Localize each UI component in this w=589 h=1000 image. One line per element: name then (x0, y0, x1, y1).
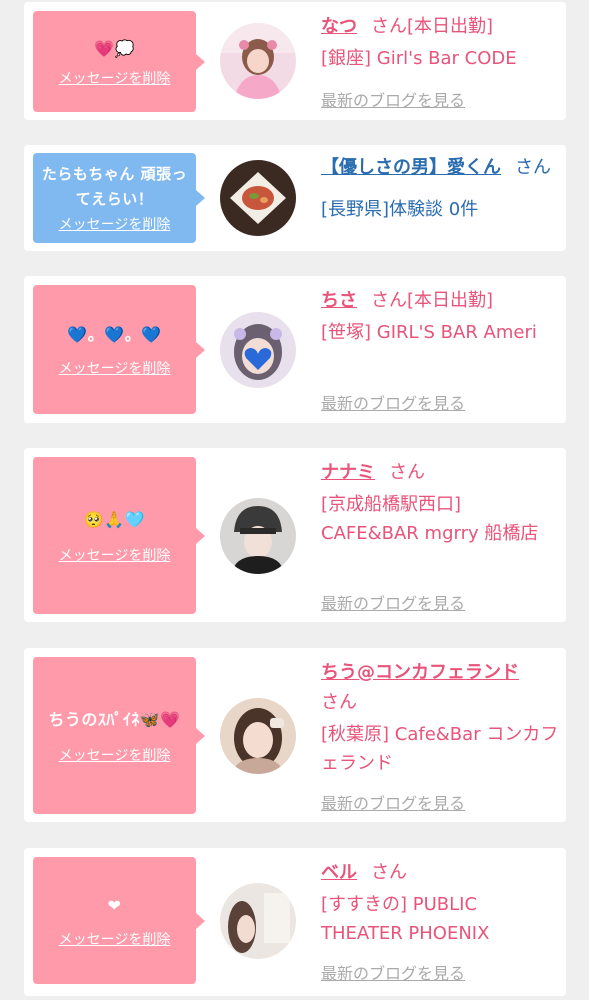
blog-link[interactable]: 最新のブログを見る (321, 390, 465, 414)
avatar[interactable] (220, 160, 296, 236)
message-bubble: ❤ メッセージを削除 (33, 857, 205, 984)
experience-count: [長野県]体験談 0件 (321, 199, 479, 220)
shop-name: [京成船橋駅西口] CAFE&BAR mgrry 船橋店 (321, 494, 539, 544)
avatar[interactable] (220, 883, 296, 959)
status-badge: [本日出勤] (407, 290, 494, 311)
user-name-link[interactable]: なつ (321, 16, 357, 37)
blog-link[interactable]: 最新のブログを見る (321, 87, 465, 111)
user-name-link[interactable]: 【優しさの男】愛くん (321, 157, 501, 178)
message-card: 💙。💙。💙 メッセージを削除 ちさ さん[本日出勤] [笹塚] GIRL'S BA… (24, 276, 566, 423)
san-label: さん (389, 462, 425, 483)
user-name-link[interactable]: ちさ (321, 290, 357, 311)
avatar[interactable] (220, 698, 296, 774)
delete-message-link[interactable]: メッセージを削除 (59, 745, 171, 765)
shop-name: [銀座] Girl's Bar CODE (321, 48, 517, 69)
message-bubble: ちうのｽﾊﾟｲﾈ🦋💗 メッセージを削除 (33, 657, 205, 814)
user-name-link[interactable]: ベル (321, 862, 357, 883)
message-card: ちうのｽﾊﾟｲﾈ🦋💗 メッセージを削除 ちう@コンカフェランド さん [秋葉原]… (24, 648, 566, 822)
message-text: たらもちゃん 頑張ってえらい！ (41, 165, 188, 208)
san-label: さん (371, 16, 407, 37)
san-label: さん (371, 862, 407, 883)
message-bubble: 💗💭 メッセージを削除 (33, 11, 205, 112)
status-badge: [本日出勤] (407, 16, 494, 37)
message-card: 🥺🙏🩵 メッセージを削除 ナナミ さん [京成船橋駅西口] CAFE&BAR mg… (24, 448, 566, 622)
message-bubble: 💙。💙。💙 メッセージを削除 (33, 285, 205, 414)
message-card: たらもちゃん 頑張ってえらい！ メッセージを削除 【優しさの男】愛くん さん [長… (24, 145, 566, 251)
delete-message-link[interactable]: メッセージを削除 (59, 929, 171, 949)
avatar[interactable] (220, 498, 296, 574)
shop-name: [秋葉原] Cafe&Bar コンカフェランド (321, 724, 559, 774)
san-label: さん (321, 692, 357, 713)
san-label: さん (515, 157, 551, 178)
message-card: 💗💭 メッセージを削除 なつ さん[本日出勤] [銀座] Girl's Bar C… (24, 2, 566, 120)
message-text: 🥺🙏🩵 (83, 509, 146, 529)
message-text: 💗💭 (94, 38, 135, 58)
message-card: ❤ メッセージを削除 ベル さん [すすきの] PUBLIC THEATER PH… (24, 848, 566, 996)
avatar[interactable] (220, 23, 296, 99)
delete-message-link[interactable]: メッセージを削除 (59, 545, 171, 565)
san-label: さん (371, 290, 407, 311)
delete-message-link[interactable]: メッセージを削除 (59, 68, 171, 88)
user-name-link[interactable]: ナナミ (321, 462, 375, 483)
blog-link[interactable]: 最新のブログを見る (321, 790, 465, 814)
shop-name: [すすきの] PUBLIC THEATER PHOENIX (321, 894, 490, 944)
message-bubble: 🥺🙏🩵 メッセージを削除 (33, 457, 205, 614)
message-bubble: たらもちゃん 頑張ってえらい！ メッセージを削除 (33, 153, 205, 243)
message-text: 💙。💙。💙 (67, 324, 162, 344)
delete-message-link[interactable]: メッセージを削除 (59, 214, 171, 234)
avatar[interactable] (220, 312, 296, 388)
message-text: ❤ (107, 895, 122, 915)
delete-message-link[interactable]: メッセージを削除 (59, 358, 171, 378)
user-name-link[interactable]: ちう@コンカフェランド (321, 662, 519, 683)
blog-link[interactable]: 最新のブログを見る (321, 960, 465, 984)
message-text: ちうのｽﾊﾟｲﾈ🦋💗 (48, 709, 181, 729)
shop-name: [笹塚] GIRL'S BAR Ameri (321, 322, 537, 343)
blog-link[interactable]: 最新のブログを見る (321, 590, 465, 614)
